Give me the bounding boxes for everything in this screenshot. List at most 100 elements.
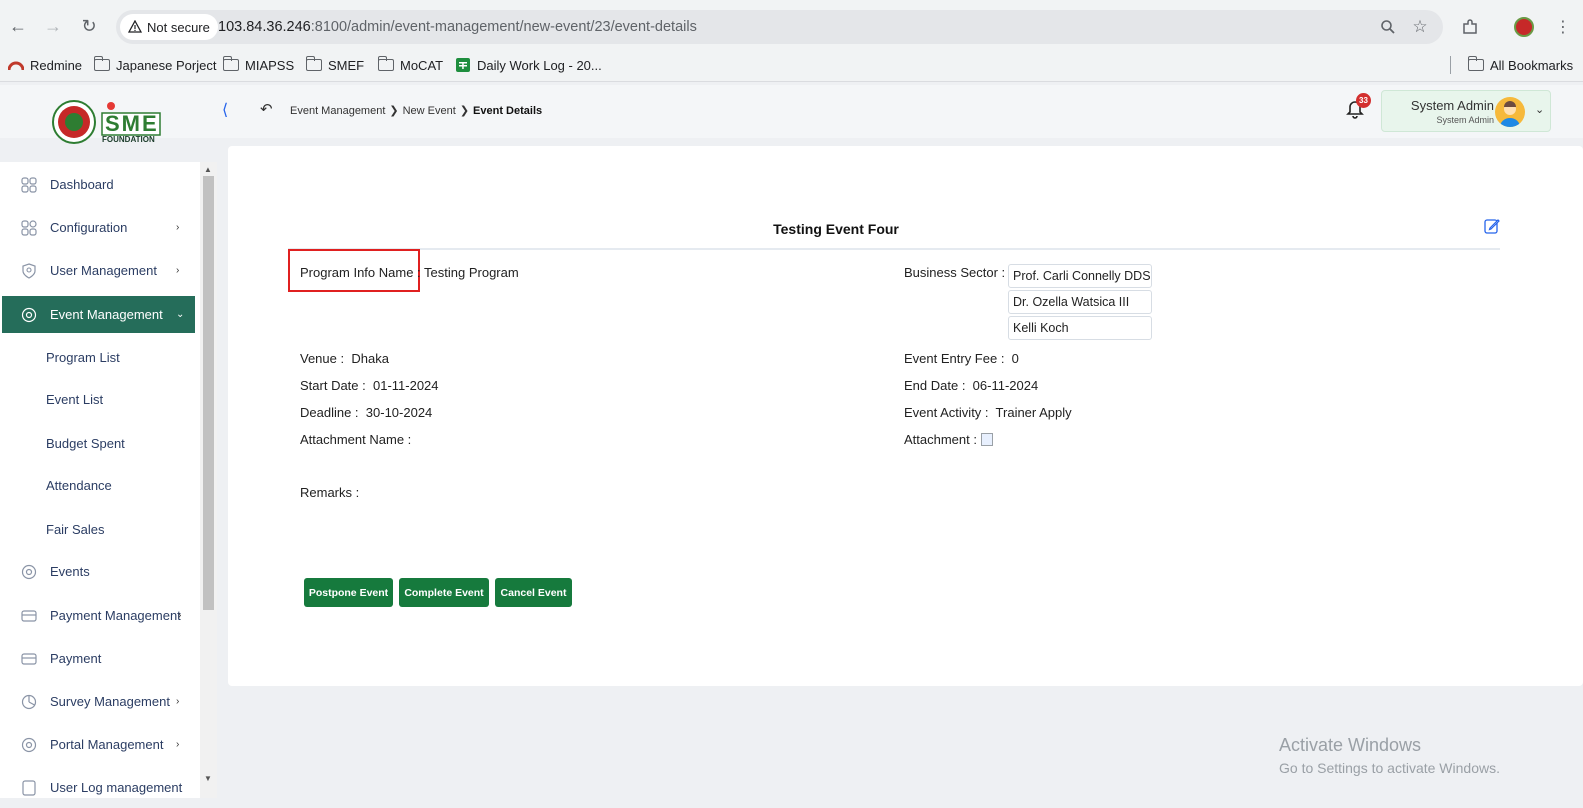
sidebar-item-events[interactable]: Events — [2, 553, 195, 590]
scroll-up-arrow-icon[interactable]: ▲ — [204, 165, 212, 174]
bookmarks-bar: Redmine Japanese Porject MIAPSS SMEF MoC… — [0, 48, 1583, 82]
bookmark-label: MoCAT — [400, 57, 444, 73]
title-divider — [288, 248, 1500, 250]
portal-icon — [21, 737, 37, 753]
folder-icon — [305, 56, 322, 71]
fee-label: Event Entry Fee : — [904, 351, 1005, 366]
cancel-event-button[interactable]: Cancel Event — [495, 578, 572, 607]
user-name: System Admin — [1410, 98, 1494, 113]
complete-event-button[interactable]: Complete Event — [399, 578, 489, 607]
sme-foundation-logo[interactable]: SME FOUNDATION — [52, 99, 167, 145]
start-date-field: Start Date : 01-11-2024 — [300, 378, 439, 393]
breadcrumb-event-management[interactable]: Event Management — [290, 105, 385, 117]
sidebar-item-user-log[interactable]: User Log management — [2, 769, 195, 798]
remarks-label: Remarks : — [300, 485, 360, 500]
sidebar-item-dashboard[interactable]: Dashboard — [2, 166, 195, 203]
sidebar-item-event-management[interactable]: Event Management ⌄ — [2, 296, 195, 333]
sidebar-subitem-budget-spent[interactable]: Budget Spent — [46, 436, 125, 451]
kebab-menu-icon[interactable]: ⋮ — [1552, 16, 1574, 38]
notification-badge: 33 — [1356, 93, 1371, 108]
sidebar-collapse-icon[interactable]: ⟨ — [222, 100, 228, 120]
sidebar-item-label: Portal Management — [50, 737, 164, 752]
attachment-label: Attachment : — [904, 432, 977, 447]
sidebar-item-label: Payment — [50, 651, 102, 666]
chevron-right-icon: ❯ — [459, 105, 470, 117]
star-icon[interactable]: ☆ — [1410, 17, 1430, 37]
sidebar-scrollbar[interactable]: ▲ ▼ — [200, 162, 217, 798]
venue-label: Venue : — [300, 351, 345, 366]
sidebar-item-survey-management[interactable]: Survey Management › — [2, 683, 195, 720]
sidebar-item-label: User Management — [50, 263, 157, 278]
program-label: Program Info Name : — [300, 265, 421, 280]
sidebar-item-payment-management[interactable]: Payment Management › — [2, 597, 195, 634]
all-bookmarks-label: All Bookmarks — [1490, 57, 1574, 73]
profile-avatar[interactable] — [1514, 17, 1534, 37]
program-info-field: Program Info Name : Testing Program — [300, 265, 519, 280]
sidebar-subitem-program-list[interactable]: Program List — [46, 350, 120, 365]
sidebar-item-label: Configuration — [50, 220, 128, 235]
bookmark-mocat[interactable]: MoCAT — [377, 56, 444, 74]
zoom-icon[interactable] — [1378, 17, 1398, 37]
sheets-icon — [456, 58, 470, 72]
sidebar-item-payment[interactable]: Payment — [2, 640, 195, 677]
extensions-icon[interactable] — [1459, 16, 1481, 38]
event-title: Testing Event Four — [773, 221, 899, 237]
sector-item: Kelli Koch — [1008, 316, 1152, 340]
security-chip[interactable]: Not secure — [120, 14, 218, 40]
start-value: 01-11-2024 — [372, 378, 439, 393]
user-role: System Admin — [1436, 115, 1494, 125]
logo-letters: SME — [105, 111, 159, 136]
broken-image-icon[interactable] — [980, 433, 993, 446]
postpone-event-button[interactable]: Postpone Event — [304, 578, 393, 607]
start-label: Start Date : — [300, 378, 366, 393]
breadcrumb-new-event[interactable]: New Event — [403, 105, 456, 117]
browser-toolbar: ← → ↻ Not secure 103.84.36.246:8100/admi… — [0, 0, 1583, 48]
url-host: 103.84.36.246 — [218, 19, 311, 35]
sidebar-subitem-fair-sales[interactable]: Fair Sales — [46, 522, 105, 537]
all-bookmarks[interactable]: All Bookmarks — [1467, 56, 1574, 74]
bookmark-miapss[interactable]: MIAPSS — [222, 56, 295, 74]
deadline-value: 30-10-2024 — [365, 405, 433, 420]
bookmark-worklog[interactable]: Daily Work Log - 20... — [455, 56, 602, 74]
forward-arrow-icon[interactable]: → — [42, 15, 64, 37]
chevron-right-icon: › — [178, 610, 182, 621]
sidebar-item-label: Payment Management — [50, 608, 181, 623]
end-label: End Date : — [904, 378, 966, 393]
address-bar[interactable]: Not secure 103.84.36.246:8100/admin/even… — [116, 10, 1443, 44]
sidebar-item-configuration[interactable]: Configuration › — [2, 209, 195, 246]
edit-icon[interactable] — [1484, 218, 1500, 234]
user-shield-icon — [22, 263, 36, 279]
back-arrow-icon[interactable]: ← — [7, 15, 29, 37]
entry-fee-field: Event Entry Fee : 0 — [904, 351, 1019, 366]
sidebar-item-portal-management[interactable]: Portal Management › — [2, 726, 195, 763]
event-icon — [21, 564, 37, 580]
bookmark-smef[interactable]: SMEF — [305, 56, 365, 74]
sidebar-subitem-event-list[interactable]: Event List — [46, 392, 103, 407]
grid-icon — [21, 177, 37, 193]
chevron-right-icon: › — [176, 696, 180, 707]
url-text[interactable]: 103.84.36.246:8100/admin/event-managemen… — [218, 19, 697, 35]
bookmark-japanese[interactable]: Japanese Porject — [93, 56, 216, 74]
venue-field: Venue : Dhaka — [300, 351, 389, 366]
bookmark-label: MIAPSS — [245, 57, 295, 73]
payment-icon — [21, 653, 37, 665]
business-sector-label: Business Sector : — [904, 265, 1006, 280]
sidebar-item-label: Survey Management — [50, 694, 170, 709]
event-icon — [21, 307, 37, 323]
bookmark-redmine[interactable]: Redmine — [8, 56, 82, 74]
scroll-thumb[interactable] — [203, 176, 214, 610]
event-activity-field: Event Activity : Trainer Apply — [904, 405, 1072, 420]
sidebar-item-label: User Log management — [50, 780, 183, 795]
redmine-icon — [8, 61, 24, 71]
attachment-field: Attachment : — [904, 432, 993, 447]
sidebar-subitem-attendance[interactable]: Attendance — [46, 478, 112, 493]
user-menu[interactable]: System Admin System Admin ⌄ — [1381, 90, 1551, 132]
scroll-down-arrow-icon[interactable]: ▼ — [204, 774, 212, 783]
undo-back-icon[interactable]: ↶ — [260, 100, 273, 118]
reload-icon[interactable]: ↻ — [78, 15, 100, 37]
sidebar-item-user-management[interactable]: User Management › — [2, 252, 195, 289]
bookmark-label: SMEF — [328, 57, 365, 73]
chevron-right-icon: ❯ — [389, 105, 399, 117]
security-label: Not secure — [147, 19, 210, 35]
log-icon — [22, 780, 36, 796]
